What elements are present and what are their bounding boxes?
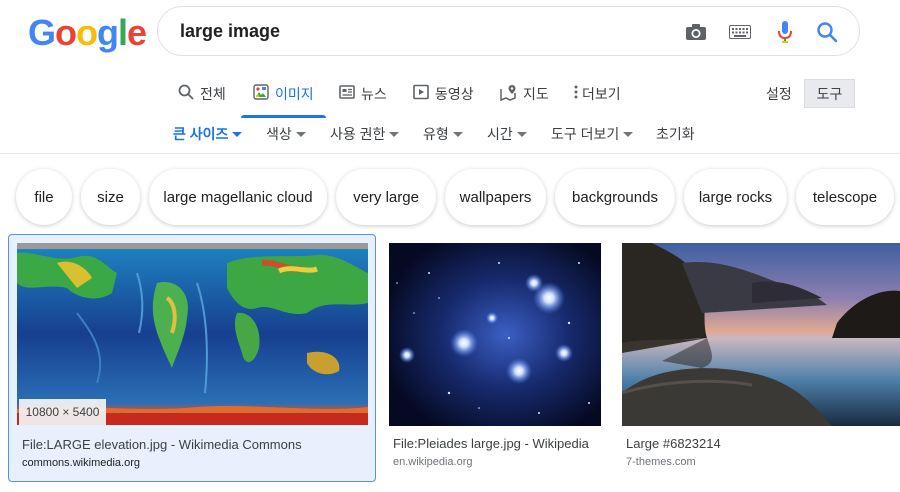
logo-letter: o bbox=[76, 12, 98, 53]
search-input[interactable]: large image bbox=[180, 21, 280, 42]
video-icon bbox=[413, 84, 429, 100]
pleiades-star-cluster-image bbox=[389, 243, 601, 426]
tab-label: 지도 bbox=[523, 86, 549, 102]
result-thumbnail[interactable] bbox=[17, 243, 368, 425]
chip[interactable]: backgrounds bbox=[555, 169, 675, 225]
result-title[interactable]: File:Pleiades large.jpg - Wikipedia bbox=[393, 436, 589, 451]
image-dimensions-badge: 10800 × 5400 bbox=[19, 399, 106, 425]
chevron-down-icon bbox=[452, 131, 463, 137]
related-search-chips: file size large magellanic cloud very la… bbox=[0, 169, 900, 225]
filter-label: 유형 bbox=[423, 126, 449, 142]
tab-label: 뉴스 bbox=[361, 86, 387, 102]
tab-maps[interactable]: 지도 bbox=[499, 78, 549, 118]
image-result[interactable]: File:Pleiades large.jpg - Wikipedia en.w… bbox=[389, 234, 601, 482]
chevron-down-icon bbox=[389, 131, 400, 137]
logo-letter: o bbox=[55, 12, 77, 53]
filter-time[interactable]: 시간 bbox=[487, 124, 527, 144]
tab-news[interactable]: 뉴스 bbox=[339, 78, 387, 118]
result-title[interactable]: File:LARGE elevation.jpg - Wikimedia Com… bbox=[22, 437, 302, 452]
filter-label: 도구 더보기 bbox=[551, 126, 620, 142]
news-icon bbox=[339, 84, 355, 100]
chevron-down-icon bbox=[295, 131, 306, 137]
filter-reset[interactable]: 초기화 bbox=[656, 124, 695, 144]
image-icon bbox=[253, 84, 269, 100]
tab-all[interactable]: 전체 bbox=[178, 78, 226, 118]
chip[interactable]: wallpapers bbox=[445, 169, 546, 225]
filter-label: 색상 bbox=[266, 126, 292, 142]
tools-button[interactable]: 도구 bbox=[804, 79, 855, 108]
result-thumbnail[interactable] bbox=[389, 243, 601, 426]
image-result[interactable]: 10800 × 5400 File:LARGE elevation.jpg - … bbox=[8, 234, 376, 482]
map-pin-icon bbox=[499, 84, 517, 102]
tab-more[interactable]: 더보기 bbox=[574, 78, 621, 118]
filter-type[interactable]: 유형 bbox=[423, 124, 463, 144]
search-icon bbox=[178, 84, 194, 100]
chevron-down-icon bbox=[516, 131, 527, 137]
mic-icon[interactable] bbox=[773, 20, 797, 44]
filter-label: 시간 bbox=[487, 126, 513, 142]
filter-color[interactable]: 색상 bbox=[266, 124, 306, 144]
filter-label: 사용 권한 bbox=[330, 126, 386, 142]
result-source[interactable]: 7-themes.com bbox=[626, 456, 696, 468]
chip[interactable]: telescope bbox=[796, 169, 894, 225]
search-tabs: 전체 이미지 뉴스 동영상 지도 더보기 bbox=[0, 78, 900, 118]
image-result[interactable]: Large #6823214 7-themes.com bbox=[622, 234, 900, 482]
more-vert-icon bbox=[574, 84, 578, 100]
camera-icon[interactable] bbox=[684, 20, 708, 44]
tab-label: 이미지 bbox=[275, 86, 314, 102]
world-elevation-map-image bbox=[17, 243, 368, 425]
settings-link[interactable]: 설정 bbox=[766, 84, 792, 104]
chip[interactable]: large magellanic cloud bbox=[149, 169, 327, 225]
tab-label: 더보기 bbox=[582, 86, 621, 102]
tab-images[interactable]: 이미지 bbox=[241, 78, 326, 118]
filter-label: 초기화 bbox=[656, 126, 695, 142]
chip[interactable]: large rocks bbox=[684, 169, 787, 225]
logo-letter: g bbox=[97, 12, 119, 53]
result-source[interactable]: en.wikipedia.org bbox=[393, 456, 473, 468]
filter-size[interactable]: 큰 사이즈 bbox=[173, 124, 243, 144]
coastal-rocks-sunset-image bbox=[622, 243, 900, 426]
logo-letter: l bbox=[118, 12, 128, 53]
search-box[interactable]: large image bbox=[157, 6, 860, 56]
header-divider bbox=[0, 153, 900, 154]
result-title[interactable]: Large #6823214 bbox=[626, 436, 721, 451]
tab-videos[interactable]: 동영상 bbox=[413, 78, 474, 118]
search-icon[interactable] bbox=[815, 20, 839, 44]
chip[interactable]: very large bbox=[336, 169, 436, 225]
filter-usage-rights[interactable]: 사용 권한 bbox=[330, 124, 400, 144]
chevron-down-icon bbox=[232, 131, 243, 137]
logo-letter: e bbox=[127, 12, 147, 53]
chevron-down-icon bbox=[623, 131, 634, 137]
filter-more-tools[interactable]: 도구 더보기 bbox=[551, 124, 634, 144]
result-source[interactable]: commons.wikimedia.org bbox=[22, 457, 140, 469]
result-thumbnail[interactable] bbox=[622, 243, 900, 426]
google-logo[interactable]: Google bbox=[28, 12, 147, 54]
tab-label: 전체 bbox=[200, 86, 226, 102]
image-filter-bar: 큰 사이즈 색상 사용 권한 유형 시간 도구 더보기 초기화 bbox=[0, 121, 900, 145]
logo-letter: G bbox=[28, 12, 56, 53]
filter-label: 큰 사이즈 bbox=[173, 126, 229, 142]
chip[interactable]: size bbox=[81, 169, 140, 225]
chip[interactable]: file bbox=[16, 169, 72, 225]
keyboard-icon[interactable] bbox=[728, 20, 752, 44]
tab-label: 동영상 bbox=[435, 86, 474, 102]
